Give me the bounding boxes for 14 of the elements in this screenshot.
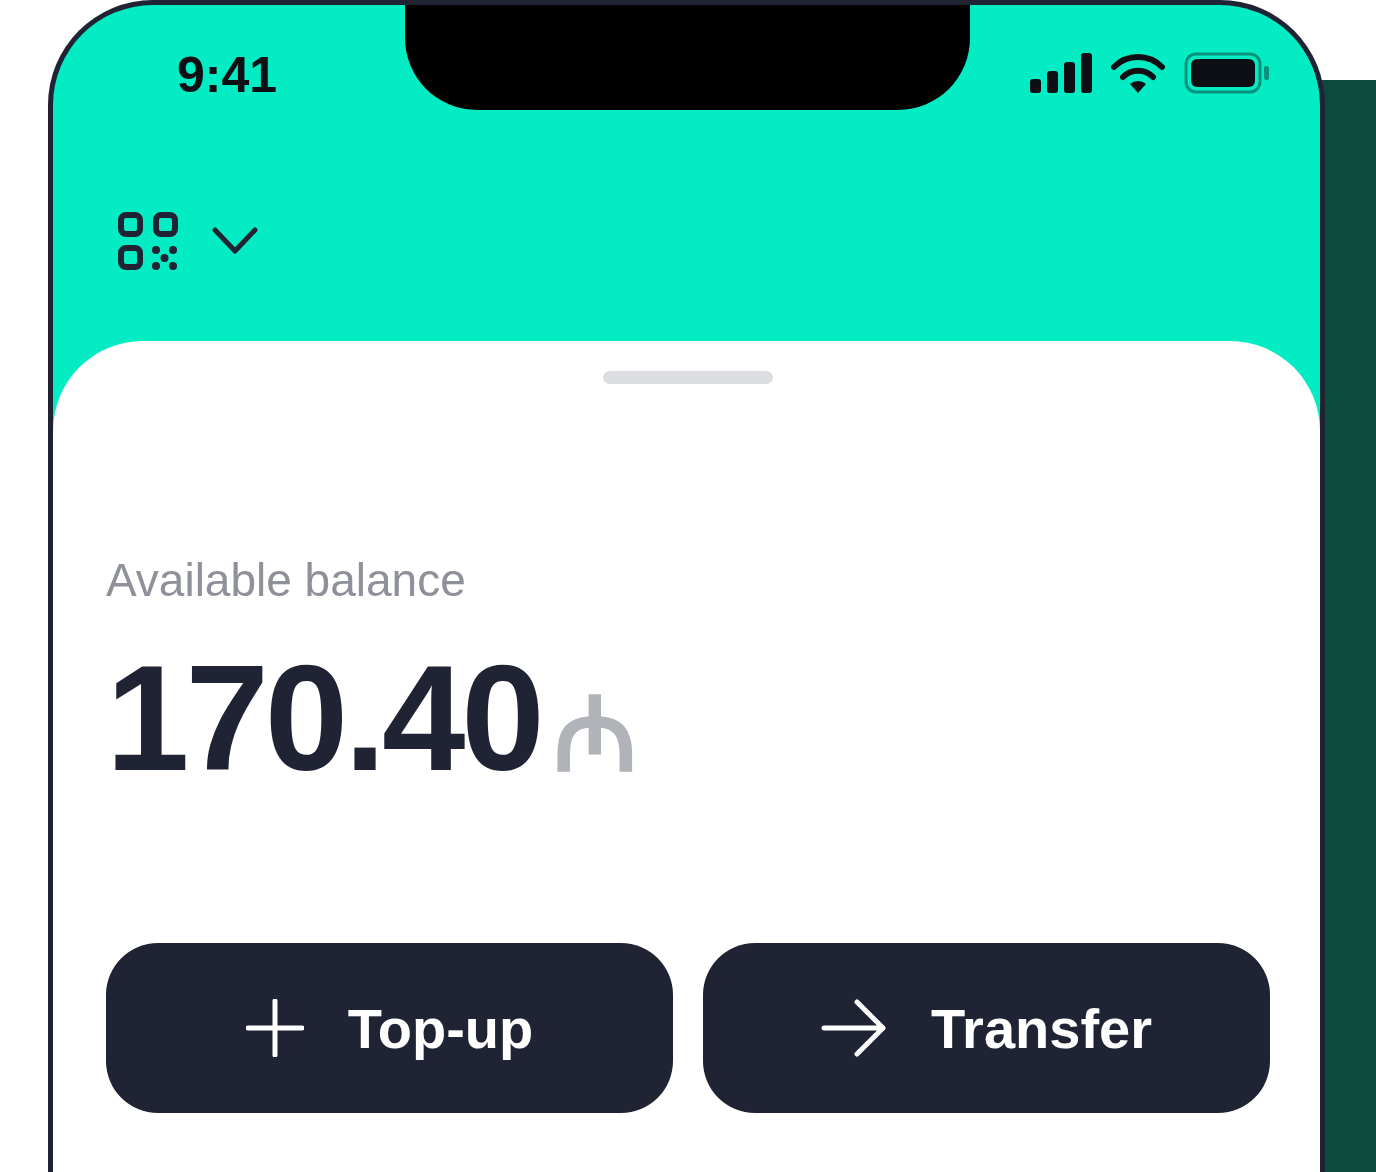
wifi-icon bbox=[1110, 53, 1166, 93]
balance-amount: 170.40 bbox=[106, 643, 541, 793]
drag-handle[interactable] bbox=[603, 371, 773, 384]
balance-label: Available balance bbox=[106, 557, 467, 603]
plus-icon bbox=[245, 999, 304, 1057]
transfer-button[interactable]: Transfer bbox=[703, 943, 1270, 1113]
currency-symbol: ₼ bbox=[552, 682, 637, 786]
battery-icon bbox=[1184, 52, 1270, 94]
arrow-right-icon bbox=[821, 999, 887, 1057]
qr-code-icon[interactable] bbox=[118, 212, 178, 270]
top-up-button[interactable]: Top-up bbox=[106, 943, 673, 1113]
chevron-down-icon[interactable] bbox=[212, 227, 258, 255]
status-time: 9:41 bbox=[177, 46, 278, 104]
signal-icon bbox=[1030, 53, 1092, 93]
